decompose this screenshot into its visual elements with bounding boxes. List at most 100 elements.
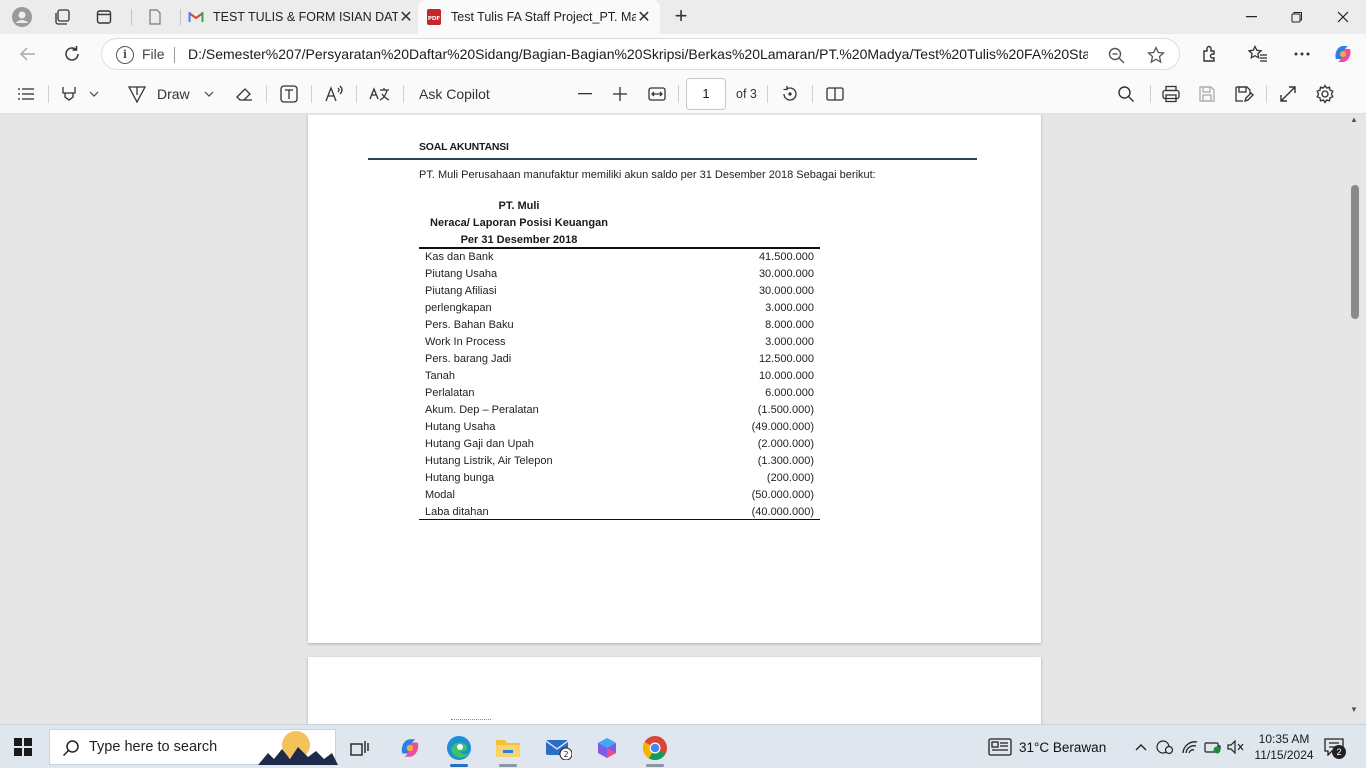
favorites-icon[interactable] bbox=[1246, 43, 1270, 65]
news-widget-icon[interactable] bbox=[988, 737, 1012, 757]
draw-icon[interactable] bbox=[128, 83, 146, 105]
restore-button[interactable] bbox=[1274, 0, 1320, 34]
zoom-out-icon[interactable] bbox=[578, 83, 592, 105]
windows-start-icon[interactable] bbox=[14, 738, 32, 756]
minimize-button[interactable] bbox=[1228, 0, 1274, 34]
account-amount: (49.000.000) bbox=[751, 421, 814, 433]
refresh-button[interactable] bbox=[60, 43, 84, 65]
new-tab-button[interactable]: + bbox=[669, 5, 693, 29]
show-hidden-icons-chevron-icon[interactable] bbox=[1131, 737, 1151, 757]
draw-button[interactable]: Draw bbox=[157, 83, 190, 105]
balance-row: Pers. barang Jadi 12.500.000 bbox=[425, 353, 814, 370]
save-icon[interactable] bbox=[1198, 83, 1216, 105]
clock-time: 10:35 AM bbox=[1258, 732, 1310, 746]
balance-row: perlengkapan 3.000.000 bbox=[425, 302, 814, 319]
tab-gmail[interactable]: TEST TULIS & FORM ISIAN DATA ( ✕ bbox=[186, 0, 414, 34]
account-amount: (200.000) bbox=[766, 472, 814, 484]
address-bar[interactable]: i File D:/Semester%207/Persyaratan%20Daf… bbox=[101, 38, 1180, 70]
fit-to-width-icon[interactable] bbox=[648, 83, 666, 105]
search-highlight-icon bbox=[258, 725, 338, 765]
workspaces-icon[interactable] bbox=[51, 7, 73, 27]
m365-icon[interactable] bbox=[589, 731, 625, 765]
page-icon[interactable] bbox=[144, 7, 166, 27]
edge-browser-icon[interactable] bbox=[441, 731, 477, 765]
eraser-icon[interactable] bbox=[235, 83, 253, 105]
mail-icon[interactable]: 2 bbox=[540, 731, 576, 765]
page-number-input[interactable]: 1 bbox=[686, 78, 726, 110]
account-name: perlengkapan bbox=[425, 302, 492, 314]
contents-icon[interactable] bbox=[17, 83, 35, 105]
scroll-up-arrow-icon[interactable]: ▲ bbox=[1350, 115, 1358, 124]
copilot-icon[interactable] bbox=[1331, 43, 1355, 65]
info-icon[interactable]: i bbox=[116, 46, 134, 64]
translate-icon[interactable] bbox=[369, 83, 391, 105]
weather-text[interactable]: 31°C Berawan bbox=[1019, 740, 1106, 755]
read-aloud-icon[interactable] bbox=[325, 83, 345, 105]
settings-gear-icon[interactable] bbox=[1315, 83, 1335, 105]
save-as-icon[interactable] bbox=[1234, 83, 1254, 105]
close-tab-icon[interactable]: ✕ bbox=[636, 7, 652, 27]
wifi-icon[interactable] bbox=[1180, 737, 1200, 757]
close-tab-icon[interactable]: ✕ bbox=[398, 7, 414, 27]
tab-title: Test Tulis FA Staff Project_PT. Mad bbox=[451, 10, 636, 24]
zoom-in-icon[interactable] bbox=[613, 83, 627, 105]
page-count-label: of 3 bbox=[736, 87, 757, 101]
rotate-icon[interactable] bbox=[781, 83, 799, 105]
statement-name: Neraca/ Laporan Posisi Keuangan bbox=[430, 217, 608, 229]
table-top-rule bbox=[419, 247, 820, 249]
divider bbox=[180, 9, 181, 25]
account-amount: (1.500.000) bbox=[757, 404, 814, 416]
account-amount: 3.000.000 bbox=[765, 336, 814, 348]
text-box-icon[interactable] bbox=[280, 83, 298, 105]
table-bottom-rule bbox=[419, 519, 820, 520]
scrollbar-thumb[interactable] bbox=[1351, 185, 1359, 319]
battery-icon[interactable] bbox=[1203, 737, 1223, 757]
balance-row: Piutang Usaha 30.000.000 bbox=[425, 268, 814, 285]
pdf-toolbar: Draw Ask Copilot 1 of 3 bbox=[0, 74, 1366, 114]
page-view-icon[interactable] bbox=[826, 83, 844, 105]
highlight-menu-chevron-icon[interactable] bbox=[89, 83, 99, 105]
vertical-scrollbar[interactable]: ▲ ▼ bbox=[1348, 115, 1362, 724]
task-view-icon[interactable] bbox=[342, 731, 378, 765]
statement-company: PT. Muli bbox=[498, 200, 540, 212]
account-name: Piutang Afiliasi bbox=[425, 285, 497, 297]
print-icon[interactable] bbox=[1162, 83, 1180, 105]
more-options-icon[interactable] bbox=[1290, 43, 1314, 65]
balance-row: Perlalatan 6.000.000 bbox=[425, 387, 814, 404]
account-name: Hutang bunga bbox=[425, 472, 495, 484]
meet-now-icon[interactable] bbox=[1155, 737, 1175, 757]
volume-muted-icon[interactable] bbox=[1226, 737, 1246, 757]
system-clock[interactable]: 10:35 AM 11/15/2024 bbox=[1248, 731, 1320, 763]
svg-text:PDF: PDF bbox=[428, 16, 441, 22]
taskbar: Type here to search 2 31°C Berawan 10:35… bbox=[0, 724, 1366, 768]
balance-row: Hutang bunga (200.000) bbox=[425, 472, 814, 489]
divider bbox=[767, 85, 768, 103]
fullscreen-icon[interactable] bbox=[1279, 83, 1297, 105]
zoom-icon[interactable] bbox=[1106, 45, 1126, 65]
close-window-button[interactable] bbox=[1320, 0, 1366, 34]
copilot-taskbar-icon[interactable] bbox=[392, 731, 428, 765]
highlight-icon[interactable] bbox=[60, 83, 78, 105]
ask-copilot-button[interactable]: Ask Copilot bbox=[419, 83, 490, 105]
favorite-star-icon[interactable] bbox=[1146, 45, 1166, 65]
balance-row: Kas dan Bank 41.500.000 bbox=[425, 251, 814, 268]
file-explorer-icon[interactable] bbox=[490, 731, 526, 765]
mail-badge-count: 2 bbox=[563, 750, 568, 759]
pdf-viewer[interactable]: SOAL AKUNTANSI PT. Muli Perusahaan manuf… bbox=[0, 115, 1366, 724]
chrome-icon[interactable] bbox=[637, 731, 673, 765]
tab-title: TEST TULIS & FORM ISIAN DATA ( bbox=[213, 10, 398, 24]
tab-actions-icon[interactable] bbox=[93, 7, 115, 27]
divider bbox=[266, 85, 267, 103]
url-text[interactable]: D:/Semester%207/Persyaratan%20Daftar%20S… bbox=[188, 46, 1088, 62]
scroll-down-arrow-icon[interactable]: ▼ bbox=[1350, 705, 1358, 714]
back-button[interactable] bbox=[16, 43, 40, 65]
profile-icon[interactable] bbox=[11, 7, 33, 27]
extensions-icon[interactable] bbox=[1198, 43, 1222, 65]
account-name: Hutang Gaji dan Upah bbox=[425, 438, 534, 450]
draw-menu-chevron-icon[interactable] bbox=[204, 83, 214, 105]
find-icon[interactable] bbox=[1117, 83, 1135, 105]
running-app-indicator bbox=[499, 764, 517, 767]
divider bbox=[812, 85, 813, 103]
account-name: Tanah bbox=[425, 370, 455, 382]
tab-pdf[interactable]: PDF Test Tulis FA Staff Project_PT. Mad … bbox=[418, 0, 660, 34]
